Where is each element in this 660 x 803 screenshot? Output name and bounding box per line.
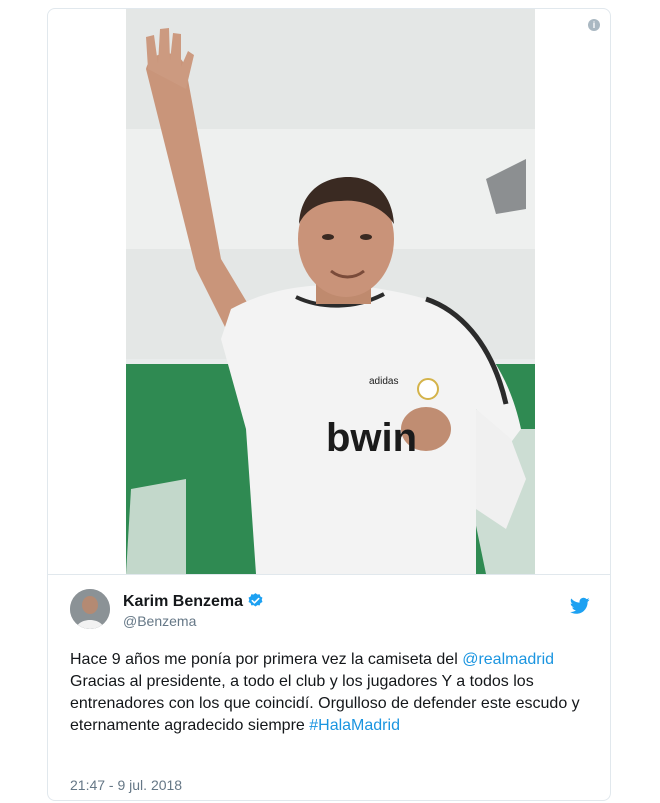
tweet-photo[interactable]: bwin adidas [126,9,535,574]
tweet-author: Karim Benzema @Benzema [70,589,590,633]
jersey-brand: adidas [369,376,398,387]
info-icon[interactable]: i [588,19,600,31]
author-name-row[interactable]: Karim Benzema [123,592,264,611]
author-name[interactable]: Karim Benzema [123,593,243,610]
twitter-bird-icon[interactable] [570,597,590,615]
jersey-sponsor: bwin [326,416,417,460]
hashtag-link[interactable]: #HalaMadrid [309,717,400,734]
photo-illustration: bwin adidas [126,9,535,574]
mention-link[interactable]: @realmadrid [462,651,554,668]
tweet-text-part-1: Hace 9 años me ponía por primera vez la … [70,651,463,668]
divider [48,574,610,575]
tweet-text: Hace 9 años me ponía por primera vez la … [70,649,600,737]
verified-badge-icon [248,593,263,607]
tweet-timestamp[interactable]: 21:47 - 9 jul. 2018 [70,777,182,793]
author-handle[interactable]: @Benzema [123,613,196,629]
embedded-tweet-card: i bwin adidas Karim Benzema @Benzema Hac… [47,8,611,801]
avatar[interactable] [70,589,110,629]
